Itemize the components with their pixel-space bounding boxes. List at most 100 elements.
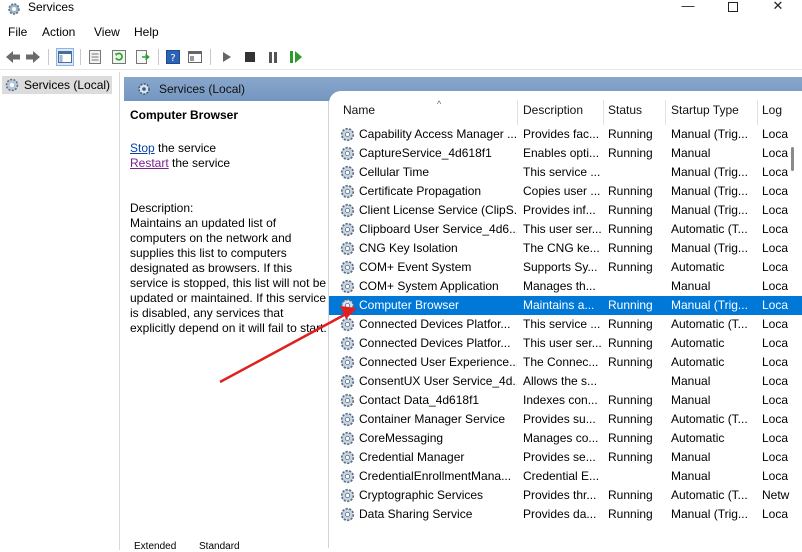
service-name: Credential Manager bbox=[359, 450, 465, 464]
service-name: Data Sharing Service bbox=[359, 507, 473, 521]
gear-icon bbox=[340, 241, 355, 256]
maximize-button[interactable] bbox=[713, 0, 753, 18]
service-log-on-as: Loca bbox=[762, 279, 789, 293]
service-row[interactable]: Credential Manager Provides se... Running M… bbox=[329, 448, 802, 467]
service-name: Capability Access Manager ... bbox=[359, 127, 517, 141]
service-name: CredentialEnrollmentMana... bbox=[359, 469, 512, 483]
menu-help[interactable]: Help bbox=[134, 25, 159, 39]
gear-icon bbox=[340, 488, 355, 503]
service-startup-type: Automatic bbox=[671, 355, 725, 369]
service-row[interactable]: CaptureService_4d618f1 Enables opti... Run… bbox=[329, 144, 802, 163]
service-row[interactable]: COM+ Event System Supports Sy... Running Au… bbox=[329, 258, 802, 277]
stop-icon bbox=[245, 52, 255, 62]
selected-service-name: Computer Browser bbox=[130, 108, 239, 122]
service-row[interactable]: ConsentUX User Service_4d... Allows the s… bbox=[329, 372, 802, 391]
service-startup-type: Manual bbox=[671, 374, 711, 388]
service-row[interactable]: Connected Devices Platfor... This user se… bbox=[329, 334, 802, 353]
service-row[interactable]: Connected Devices Platfor... This service… bbox=[329, 315, 802, 334]
service-name: COM+ System Application bbox=[359, 279, 499, 293]
service-status: Running bbox=[608, 260, 653, 274]
service-row[interactable]: Certificate Propagation Copies user ... Ru… bbox=[329, 182, 802, 201]
service-row[interactable]: Cryptographic Services Provides thr... Run… bbox=[329, 486, 802, 505]
service-row[interactable]: Computer Browser Maintains a... Running Man… bbox=[329, 296, 802, 315]
forward-button[interactable] bbox=[24, 48, 42, 66]
service-status: Running bbox=[608, 336, 653, 350]
close-button[interactable]: ✕ bbox=[758, 0, 798, 18]
help-button[interactable]: ? bbox=[164, 48, 182, 66]
search-icon bbox=[138, 83, 150, 95]
menu-file[interactable]: File bbox=[8, 25, 27, 39]
service-row[interactable]: CoreMessaging Manages co... Running Automat… bbox=[329, 429, 802, 448]
service-row[interactable]: Cellular Time This service ... Manual (Tri… bbox=[329, 163, 802, 182]
service-row[interactable]: CredentialEnrollmentMana... Credential E.… bbox=[329, 467, 802, 486]
play-icon bbox=[223, 52, 231, 62]
properties-button[interactable] bbox=[86, 48, 104, 66]
service-name: Cellular Time bbox=[359, 165, 430, 179]
service-name: Clipboard User Service_4d6... bbox=[359, 222, 517, 236]
service-row[interactable]: Client License Service (ClipS... Provides… bbox=[329, 201, 802, 220]
service-status: Running bbox=[608, 393, 653, 407]
column-header-startup-type[interactable]: Startup Type bbox=[671, 103, 761, 125]
services-pane: Services (Local) Computer Browser Stop t… bbox=[124, 77, 802, 550]
column-header-description[interactable]: Description bbox=[523, 103, 603, 125]
vertical-scrollbar[interactable] bbox=[789, 90, 795, 520]
service-row[interactable]: Clipboard User Service_4d6... This user s… bbox=[329, 220, 802, 239]
service-startup-type: Manual (Trig... bbox=[671, 165, 748, 179]
tab-standard[interactable]: Standard bbox=[199, 541, 240, 552]
service-row[interactable]: Connected User Experience... The Connec..… bbox=[329, 353, 802, 372]
service-row[interactable]: CNG Key Isolation The CNG ke... Running Man… bbox=[329, 239, 802, 258]
column-header-status[interactable]: Status bbox=[608, 103, 668, 125]
column-header-log-on-as[interactable]: Log bbox=[762, 103, 802, 125]
refresh-button[interactable] bbox=[110, 48, 128, 66]
service-row[interactable]: Capability Access Manager ... Provides fa… bbox=[329, 125, 802, 144]
service-description: This user ser... bbox=[523, 222, 602, 236]
view-button[interactable] bbox=[186, 48, 204, 66]
column-header-name[interactable]: ^ Name bbox=[343, 99, 513, 125]
service-startup-type: Automatic bbox=[671, 260, 725, 274]
service-description: Copies user ... bbox=[523, 184, 601, 198]
service-startup-type: Manual (Trig... bbox=[671, 298, 748, 312]
tree-item-services-local[interactable]: Services (Local) bbox=[2, 76, 112, 94]
stop-service-link[interactable]: Stop bbox=[130, 141, 155, 155]
scrollbar-thumb[interactable] bbox=[791, 147, 794, 171]
service-name: COM+ Event System bbox=[359, 260, 472, 274]
show-console-tree-button[interactable] bbox=[56, 48, 74, 66]
start-service-button[interactable] bbox=[218, 48, 236, 66]
menu-action[interactable]: Action bbox=[42, 25, 75, 39]
restart-service-link[interactable]: Restart bbox=[130, 156, 169, 170]
service-description: Supports Sy... bbox=[523, 260, 598, 274]
tab-extended[interactable]: Extended bbox=[134, 541, 176, 552]
stop-service-button[interactable] bbox=[241, 48, 259, 66]
service-startup-type: Manual bbox=[671, 450, 711, 464]
export-list-button[interactable] bbox=[134, 48, 152, 66]
service-startup-type: Automatic (T... bbox=[671, 488, 748, 502]
service-description: The Connec... bbox=[523, 355, 599, 369]
service-status: Running bbox=[608, 488, 653, 502]
service-row[interactable]: COM+ System Application Manages th... Manu… bbox=[329, 277, 802, 296]
service-status: Running bbox=[608, 222, 653, 236]
pause-service-button[interactable] bbox=[264, 48, 282, 66]
restart-service-button[interactable] bbox=[287, 48, 305, 66]
service-startup-type: Manual bbox=[671, 469, 711, 483]
service-startup-type: Automatic bbox=[671, 336, 725, 350]
service-actions: Stop the service Restart the service bbox=[130, 141, 322, 171]
service-startup-type: Automatic (T... bbox=[671, 222, 748, 236]
service-name: Certificate Propagation bbox=[359, 184, 482, 198]
minimize-button[interactable]: — bbox=[668, 0, 708, 18]
service-log-on-as: Loca bbox=[762, 165, 789, 179]
service-row[interactable]: Data Sharing Service Provides da... Runnin… bbox=[329, 505, 802, 524]
help-icon: ? bbox=[166, 50, 180, 64]
pause-icon bbox=[269, 51, 277, 63]
service-row[interactable]: Contact Data_4d618f1 Indexes con... Runnin… bbox=[329, 391, 802, 410]
view-tabs: Extended Standard bbox=[124, 540, 802, 552]
services-list: ^ Name Description Status Startup Type L… bbox=[329, 91, 802, 537]
service-log-on-as: Loca bbox=[762, 374, 789, 388]
service-name: Client License Service (ClipS... bbox=[359, 203, 517, 217]
service-log-on-as: Loca bbox=[762, 336, 789, 350]
back-button[interactable] bbox=[4, 48, 22, 66]
menu-view[interactable]: View bbox=[94, 25, 120, 39]
service-row[interactable]: Container Manager Service Provides su... R… bbox=[329, 410, 802, 429]
service-status: Running bbox=[608, 431, 653, 445]
service-log-on-as: Netw bbox=[762, 488, 790, 502]
service-name: Computer Browser bbox=[359, 298, 460, 312]
